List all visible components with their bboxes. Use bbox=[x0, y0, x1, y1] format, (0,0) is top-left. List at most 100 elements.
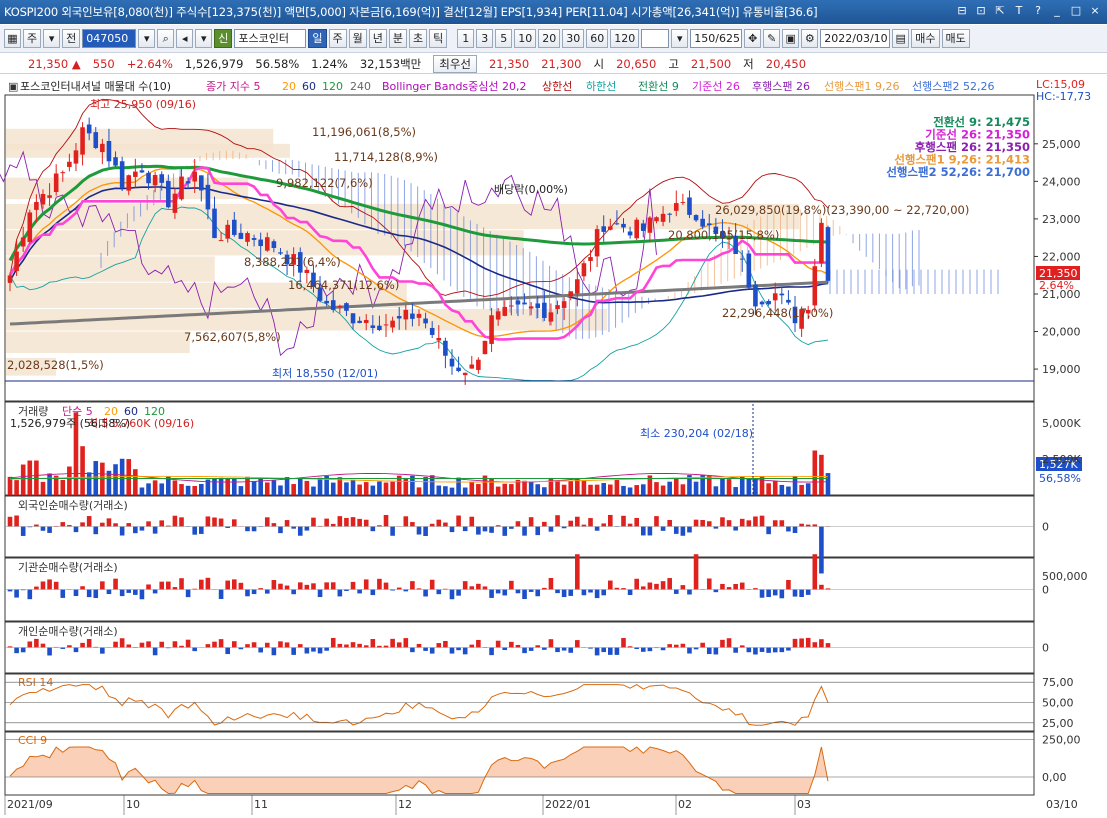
custom-interval-input[interactable] bbox=[641, 29, 670, 48]
stock-name-field[interactable]: 포스코인터 bbox=[234, 29, 307, 48]
legend-hc: HC:-17,73 bbox=[1036, 90, 1091, 103]
grid-icon[interactable]: ▦ bbox=[4, 29, 21, 48]
indiv-net-bar bbox=[344, 644, 349, 648]
search-icon[interactable]: ⌕ bbox=[157, 29, 175, 48]
interval-1-button[interactable]: 1 bbox=[457, 29, 475, 48]
stock-chart[interactable]: ▣ 포스코인터내셔널 매물대 수(10) 종가 지수 5 20 60 120 2… bbox=[0, 75, 1107, 818]
candle-up bbox=[363, 319, 369, 323]
fore-net-bar bbox=[654, 516, 659, 527]
chevron-down-icon[interactable]: ▾ bbox=[671, 29, 689, 48]
minimize-icon[interactable]: _ bbox=[1049, 3, 1065, 19]
help-icon[interactable]: ? bbox=[1030, 3, 1046, 19]
volume-bar bbox=[720, 478, 725, 495]
candle-down bbox=[640, 223, 646, 231]
layout-icon[interactable]: ⊟ bbox=[954, 3, 970, 19]
candle-down bbox=[119, 161, 125, 188]
rsi-tick-label: 50,00 bbox=[1042, 697, 1074, 710]
period-month-button[interactable]: 월 bbox=[348, 29, 367, 48]
interval-30-button[interactable]: 30 bbox=[562, 29, 585, 48]
volume-bar bbox=[34, 460, 39, 495]
inst-net-bar bbox=[495, 589, 501, 594]
fore-net-bar bbox=[311, 517, 316, 527]
candle-up bbox=[73, 150, 79, 164]
candle-down bbox=[251, 238, 257, 240]
fore-net-bar bbox=[126, 523, 132, 527]
candle-up bbox=[489, 315, 494, 344]
indiv-net-bar bbox=[363, 645, 369, 648]
buy-button[interactable]: 매수 bbox=[911, 29, 940, 48]
inst-net-bar bbox=[627, 589, 633, 595]
fore-net-bar bbox=[522, 526, 527, 536]
volume-bar bbox=[535, 484, 541, 495]
inst-net-bar bbox=[739, 582, 745, 590]
volume-bar bbox=[225, 478, 230, 495]
volume-profile-label: 16,464,371(12,6%) bbox=[288, 278, 399, 292]
fore-net-bar bbox=[753, 516, 758, 527]
draw-icon[interactable]: ✎ bbox=[763, 29, 781, 48]
interval-20-button[interactable]: 20 bbox=[538, 29, 561, 48]
volume-bar bbox=[805, 483, 811, 495]
volume-bar bbox=[278, 485, 283, 495]
period-week-button[interactable]: 주 bbox=[328, 29, 347, 48]
fore-net-bar bbox=[199, 526, 204, 534]
volume-profile-label: 8,388,221(6,4%) bbox=[244, 255, 341, 269]
sell-button[interactable]: 매도 bbox=[941, 29, 970, 48]
volume-bar bbox=[792, 476, 798, 495]
font-icon[interactable]: T bbox=[1011, 3, 1027, 19]
period-year-button[interactable]: 년 bbox=[368, 29, 387, 48]
interval-120-button[interactable]: 120 bbox=[610, 29, 640, 48]
save-icon[interactable]: ▣ bbox=[782, 29, 800, 48]
chart-area[interactable]: ▣ 포스코인터내셔널 매물대 수(10) 종가 지수 5 20 60 120 2… bbox=[0, 75, 1107, 818]
fore-net-bar bbox=[555, 515, 560, 527]
gear-icon[interactable]: ⚙ bbox=[801, 29, 819, 48]
chevron-down-icon[interactable]: ▾ bbox=[138, 29, 156, 48]
volume-bar bbox=[311, 486, 316, 495]
legend-lead2: 선행스팬2 52,26 bbox=[912, 80, 994, 93]
fore-net-bar bbox=[792, 526, 798, 533]
candle-down bbox=[357, 320, 362, 323]
fore-net-bar bbox=[443, 522, 448, 527]
fore-net-bar bbox=[245, 526, 250, 532]
volume-profile-label: 20,800,105(15,8%) bbox=[668, 228, 779, 242]
rsi-title: RSI 14 bbox=[18, 676, 53, 689]
indiv-net-bar bbox=[218, 639, 224, 648]
chevron-down-icon[interactable]: ▾ bbox=[195, 29, 213, 48]
period-second-button[interactable]: 초 bbox=[409, 29, 428, 48]
legend-bb-lower: 하한선 bbox=[586, 79, 616, 93]
link-icon[interactable]: ⊡ bbox=[973, 3, 989, 19]
period-minute-button[interactable]: 분 bbox=[388, 29, 407, 48]
market-select[interactable]: 주 bbox=[23, 29, 42, 48]
inst-net-bar bbox=[680, 585, 686, 590]
chevron-down-icon[interactable]: ▾ bbox=[43, 29, 61, 48]
tools-icon[interactable]: ✥ bbox=[744, 29, 762, 48]
interval-10-button[interactable]: 10 bbox=[514, 29, 537, 48]
indiv-net-bar bbox=[192, 647, 198, 652]
close-icon[interactable]: × bbox=[1087, 3, 1103, 19]
price-tick-label: 20,000 bbox=[1042, 326, 1081, 339]
candle-up bbox=[482, 340, 488, 355]
inst-net-bar bbox=[469, 586, 475, 590]
volume-profile-label: 2,028,528(1,5%) bbox=[7, 358, 104, 372]
popout-icon[interactable]: ⇱ bbox=[992, 3, 1008, 19]
data-count-field[interactable]: 150/625 bbox=[690, 29, 743, 48]
interval-5-button[interactable]: 5 bbox=[495, 29, 513, 48]
maximize-icon[interactable]: □ bbox=[1068, 3, 1084, 19]
institution-title: 기관순매수량(거래소) bbox=[18, 561, 118, 574]
new-button[interactable]: 신 bbox=[214, 29, 233, 48]
volume-current-note: 1,526,979주 (56,58%) bbox=[10, 417, 130, 430]
interval-60-button[interactable]: 60 bbox=[586, 29, 609, 48]
period-day-button[interactable]: 일 bbox=[308, 29, 327, 48]
calendar-icon[interactable]: ▤ bbox=[892, 29, 910, 48]
period-tick-button[interactable]: 틱 bbox=[429, 29, 448, 48]
candle-down bbox=[601, 226, 607, 232]
prev-button[interactable]: 전 bbox=[62, 29, 81, 48]
date-input[interactable]: 2022/03/10 bbox=[820, 29, 891, 48]
speaker-icon[interactable]: ◂ bbox=[176, 29, 194, 48]
fore-net-bar bbox=[291, 526, 296, 529]
inst-net-bar bbox=[476, 583, 481, 590]
interval-3-button[interactable]: 3 bbox=[476, 29, 494, 48]
fore-net-bar bbox=[350, 517, 356, 527]
indiv-net-bar bbox=[350, 642, 356, 648]
indiv-net-bar bbox=[152, 647, 158, 656]
stock-code-input[interactable]: 047050 bbox=[82, 29, 137, 48]
